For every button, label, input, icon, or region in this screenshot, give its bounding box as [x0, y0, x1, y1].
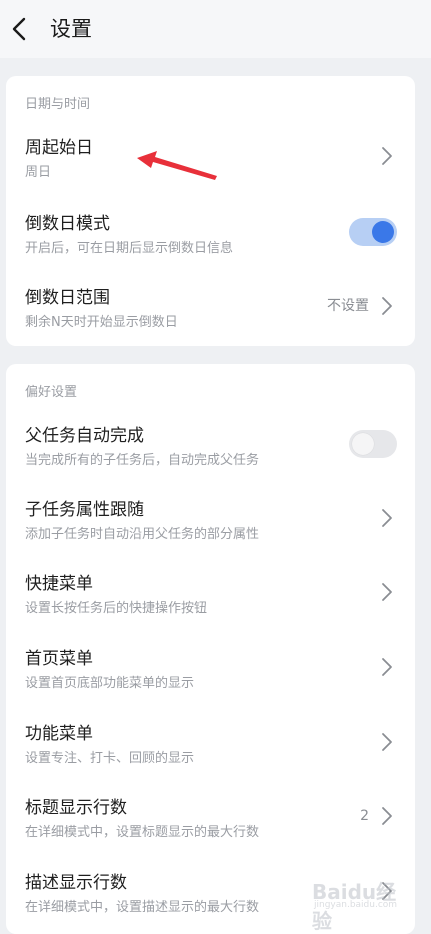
section-title-preferences: 偏好设置: [25, 385, 78, 400]
subtask-inherit-title: 子任务属性跟随: [25, 500, 144, 520]
countdown-range-row[interactable]: 倒数日范围 剩余N天时开始显示倒数日 不设置: [6, 278, 415, 348]
chevron-right-icon: [381, 582, 393, 602]
countdown-mode-toggle[interactable]: [349, 218, 397, 246]
quick-menu-row[interactable]: 快捷菜单 设置长按任务后的快捷操作按钮: [6, 564, 415, 634]
chevron-right-icon: [381, 508, 393, 528]
preferences-card: 偏好设置 父任务自动完成 当完成所有的子任务后，自动完成父任务 子任务属性跟随 …: [6, 364, 415, 934]
chevron-left-icon: [12, 17, 26, 41]
week-start-title: 周起始日: [25, 138, 93, 158]
home-menu-row[interactable]: 首页菜单 设置首页底部功能菜单的显示: [6, 639, 415, 709]
chevron-right-icon: [381, 146, 393, 166]
chevron-right-icon: [381, 732, 393, 752]
toggle-knob: [352, 433, 374, 455]
desc-lines-subtitle: 在详细模式中，设置描述显示的最大行数: [25, 900, 260, 915]
auto-complete-parent-title: 父任务自动完成: [25, 426, 144, 446]
section-title-date-time: 日期与时间: [25, 97, 91, 112]
annotation-arrow: [137, 151, 217, 180]
home-menu-subtitle: 设置首页底部功能菜单的显示: [25, 676, 195, 691]
subtask-inherit-subtitle: 添加子任务时自动沿用父任务的部分属性: [25, 527, 260, 542]
countdown-mode-subtitle: 开启后，可在日期后显示倒数日信息: [25, 241, 234, 256]
chevron-right-icon: [381, 657, 393, 677]
feature-menu-subtitle: 设置专注、打卡、回顾的显示: [25, 751, 195, 766]
top-bar: 设置: [0, 0, 431, 58]
toggle-knob: [372, 221, 394, 243]
chevron-right-icon: [381, 296, 393, 316]
quick-menu-title: 快捷菜单: [25, 574, 93, 594]
watermark-logo: Baidu经验 jingyan.baidu.com: [300, 870, 410, 933]
countdown-range-value: 不设置: [327, 298, 369, 314]
chevron-right-icon: [381, 806, 393, 826]
date-time-card: 日期与时间 周起始日 周日 倒数日模式 开启后，可在日期后显示倒数日信息 倒数日…: [6, 76, 415, 346]
feature-menu-title: 功能菜单: [25, 724, 93, 744]
countdown-mode-title: 倒数日模式: [25, 214, 110, 234]
title-lines-value: 2: [360, 808, 369, 824]
feature-menu-row[interactable]: 功能菜单 设置专注、打卡、回顾的显示: [6, 714, 415, 784]
desc-lines-title: 描述显示行数: [25, 873, 127, 893]
countdown-range-subtitle: 剩余N天时开始显示倒数日: [25, 315, 178, 330]
auto-complete-parent-toggle[interactable]: [349, 430, 397, 458]
week-start-subtitle: 周日: [25, 165, 52, 180]
auto-complete-parent-row: 父任务自动完成 当完成所有的子任务后，自动完成父任务: [6, 416, 415, 486]
quick-menu-subtitle: 设置长按任务后的快捷操作按钮: [25, 601, 208, 616]
title-lines-row[interactable]: 标题显示行数 在详细模式中，设置标题显示的最大行数 2: [6, 788, 415, 858]
title-lines-subtitle: 在详细模式中，设置标题显示的最大行数: [25, 825, 260, 840]
subtask-inherit-row[interactable]: 子任务属性跟随 添加子任务时自动沿用父任务的部分属性: [6, 490, 415, 560]
home-menu-title: 首页菜单: [25, 649, 93, 669]
auto-complete-parent-subtitle: 当完成所有的子任务后，自动完成父任务: [25, 453, 260, 468]
back-button[interactable]: [6, 12, 34, 46]
watermark-url: jingyan.baidu.com: [314, 900, 398, 910]
countdown-range-title: 倒数日范围: [25, 288, 110, 308]
title-lines-title: 标题显示行数: [25, 798, 127, 818]
countdown-mode-row: 倒数日模式 开启后，可在日期后显示倒数日信息: [6, 204, 415, 274]
page-title: 设置: [50, 17, 92, 41]
